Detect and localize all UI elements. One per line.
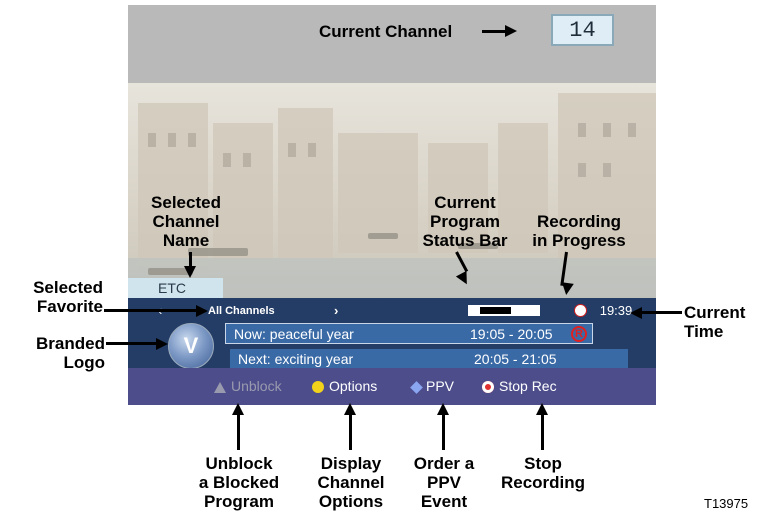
red-record-icon xyxy=(482,381,494,394)
arrow-up-icon xyxy=(232,403,244,415)
arrow-up-icon xyxy=(536,403,548,415)
callout-recording-in-progress: Recording in Progress xyxy=(532,212,626,250)
program-status-fill xyxy=(480,307,511,314)
screen-top-bar: 14 xyxy=(128,5,656,83)
now-program-row[interactable]: Now: peaceful year 19:05 - 20:05 R xyxy=(225,323,593,344)
options-label: Options xyxy=(329,378,378,394)
now-program-time: 19:05 - 20:05 xyxy=(470,326,553,342)
yellow-circle-icon xyxy=(312,381,324,394)
blue-diamond-icon xyxy=(410,380,423,394)
unblock-label: Unblock xyxy=(231,378,282,394)
arrow-right-icon xyxy=(196,305,208,317)
ppv-button[interactable]: PPV xyxy=(410,368,455,405)
unblock-button[interactable]: Unblock xyxy=(214,368,282,405)
callout-display-options: Display Channel Options xyxy=(317,454,385,511)
button-footer: Unblock Options PPV Stop Rec xyxy=(128,368,656,405)
program-status-bar xyxy=(468,305,540,316)
arrow-left-icon xyxy=(630,307,642,319)
callout-order-ppv: Order a PPV Event xyxy=(413,454,475,511)
stop-rec-label: Stop Rec xyxy=(499,378,557,394)
branded-logo: V xyxy=(168,323,214,369)
callout-unblock: Unblock a Blocked Program xyxy=(198,454,280,511)
selected-channel-name: ETC xyxy=(128,278,223,298)
arrow-up-icon xyxy=(437,403,449,415)
callout-current-time: Current Time xyxy=(684,303,746,341)
arrow-right-icon xyxy=(505,25,517,37)
arrow-right-icon xyxy=(156,338,168,350)
gray-triangle-icon xyxy=(214,381,226,393)
next-program-row[interactable]: Next: exciting year 20:05 - 21:05 xyxy=(230,349,628,370)
callout-stop-recording: Stop Recording xyxy=(500,454,586,492)
arrow-down-icon xyxy=(184,266,196,278)
arrow-up-icon xyxy=(344,403,356,415)
ppv-label: PPV xyxy=(426,378,455,394)
figure-id: T13975 xyxy=(704,496,749,511)
selected-favorite-label: All Channels xyxy=(208,305,275,317)
callout-current-channel: Current Channel xyxy=(319,22,453,41)
next-program-time: 20:05 - 21:05 xyxy=(474,351,557,367)
next-program-title: Next: exciting year xyxy=(238,351,354,367)
callout-selected-favorite: Selected Favorite xyxy=(33,278,103,316)
favorite-next-arrow-icon[interactable]: › xyxy=(334,302,338,320)
current-channel-display: 14 xyxy=(551,14,614,46)
callout-selected-channel-name: Selected Channel Name xyxy=(151,193,221,250)
stop-rec-button[interactable]: Stop Rec xyxy=(482,368,557,405)
options-button[interactable]: Options xyxy=(312,368,377,405)
arrow-down-icon xyxy=(560,282,574,296)
now-program-title: Now: peaceful year xyxy=(234,326,354,342)
callout-branded-logo: Branded Logo xyxy=(36,334,105,372)
callout-program-status-bar: Current Program Status Bar xyxy=(422,193,508,250)
recording-r-icon: R xyxy=(571,326,587,342)
